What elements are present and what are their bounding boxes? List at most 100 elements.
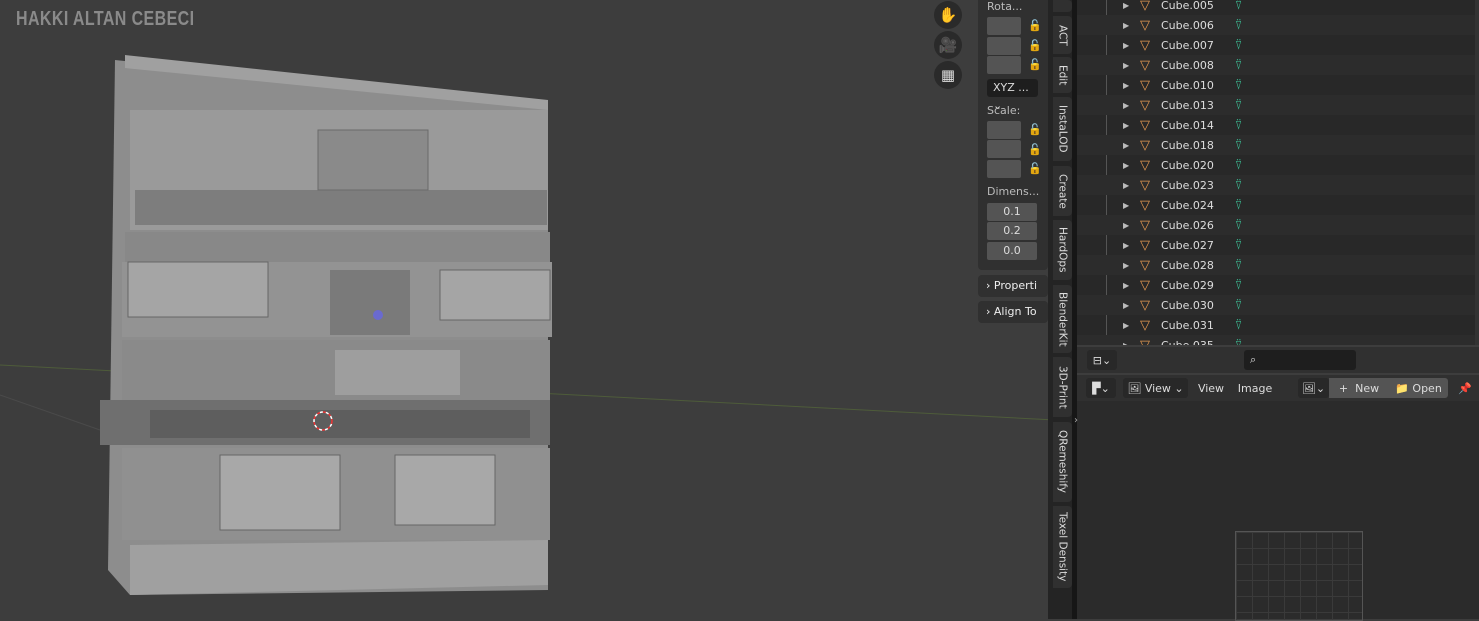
expand-arrow-icon[interactable]: ▶: [1123, 141, 1129, 150]
outliner-item[interactable]: ▶ ▽ Cube.035 ⍢: [1077, 335, 1479, 345]
hand-pan-icon[interactable]: ✋: [934, 1, 962, 29]
outliner-item[interactable]: ▶ ▽ Cube.013 ⍢: [1077, 95, 1479, 115]
dimension-x-field[interactable]: 0.1: [987, 203, 1037, 221]
mesh-data-icon[interactable]: ⍢: [1235, 58, 1242, 73]
lock-icon[interactable]: 🔓: [1028, 162, 1042, 175]
outliner-item[interactable]: ▶ ▽ Cube.006 ⍢: [1077, 15, 1479, 35]
mesh-data-icon[interactable]: ⍢: [1235, 338, 1242, 346]
tab-edit[interactable]: Edit: [1053, 57, 1072, 93]
outliner-item[interactable]: ▶ ▽ Cube.029 ⍢: [1077, 275, 1479, 295]
outliner-item[interactable]: ▶ ▽ Cube.007 ⍢: [1077, 35, 1479, 55]
tab-create[interactable]: Create: [1053, 166, 1072, 216]
rotation-x-field[interactable]: [987, 17, 1021, 35]
tab-texel-density[interactable]: Texel Density: [1053, 506, 1072, 588]
grid-perspective-icon[interactable]: ▦: [934, 61, 962, 89]
outliner-item[interactable]: ▶ ▽ Cube.027 ⍢: [1077, 235, 1479, 255]
scale-x-field[interactable]: [987, 121, 1021, 139]
outliner-item[interactable]: ▶ ▽ Cube.028 ⍢: [1077, 255, 1479, 275]
pin-icon[interactable]: 📌: [1455, 378, 1475, 398]
mesh-data-icon[interactable]: ⍢: [1235, 158, 1242, 173]
lock-icon[interactable]: 🔓: [1028, 39, 1042, 52]
expand-arrow-icon[interactable]: ▶: [1123, 101, 1129, 110]
new-image-button[interactable]: + New: [1329, 378, 1389, 398]
outliner-item[interactable]: ▶ ▽ Cube.030 ⍢: [1077, 295, 1479, 315]
menu-image[interactable]: Image: [1235, 378, 1275, 398]
expand-arrow-icon[interactable]: ▶: [1123, 21, 1129, 30]
mesh-data-icon[interactable]: ⍢: [1235, 38, 1242, 53]
outliner-item[interactable]: ▶ ▽ Cube.014 ⍢: [1077, 115, 1479, 135]
open-image-button[interactable]: 📁 Open: [1389, 378, 1448, 398]
outliner-item[interactable]: ▶ ▽ Cube.018 ⍢: [1077, 135, 1479, 155]
expand-arrow-icon[interactable]: ▶: [1123, 61, 1129, 70]
outliner-item[interactable]: ▶ ▽ Cube.005 ⍢: [1077, 0, 1479, 15]
expand-arrow-icon[interactable]: ▶: [1123, 241, 1129, 250]
chevron-right-icon[interactable]: ›: [1074, 415, 1078, 426]
mesh-data-icon[interactable]: ⍢: [1235, 98, 1242, 113]
align-to-section[interactable]: › Align To: [978, 301, 1048, 323]
mesh-data-icon[interactable]: ⍢: [1235, 318, 1242, 333]
expand-arrow-icon[interactable]: ▶: [1123, 121, 1129, 130]
mesh-data-icon[interactable]: ⍢: [1235, 198, 1242, 213]
scale-z-field[interactable]: [987, 160, 1021, 178]
tab-instalod[interactable]: InstaLOD: [1053, 97, 1072, 161]
mesh-data-icon[interactable]: ⍢: [1235, 138, 1242, 153]
properties-section[interactable]: › Properti: [978, 275, 1048, 297]
camera-icon[interactable]: 🎥: [934, 31, 962, 59]
dimension-y-field[interactable]: 0.2: [987, 222, 1037, 240]
rotation-y-field[interactable]: [987, 37, 1021, 55]
outliner-item[interactable]: ▶ ▽ Cube.008 ⍢: [1077, 55, 1479, 75]
lock-icon[interactable]: 🔓: [1028, 143, 1042, 156]
dimension-z-field[interactable]: 0.0: [987, 242, 1037, 260]
expand-arrow-icon[interactable]: ▶: [1123, 301, 1129, 310]
tab-act[interactable]: ACT: [1053, 16, 1072, 54]
outliner-item[interactable]: ▶ ▽ Cube.023 ⍢: [1077, 175, 1479, 195]
image-editor-canvas[interactable]: ›: [1074, 401, 1479, 621]
tab-qremeshify[interactable]: QRemeshify: [1053, 422, 1072, 502]
expand-arrow-icon[interactable]: ▶: [1123, 1, 1129, 10]
expand-arrow-icon[interactable]: ▶: [1123, 281, 1129, 290]
mesh-data-icon[interactable]: ⍢: [1235, 78, 1242, 93]
mesh-data-icon[interactable]: ⍢: [1235, 0, 1242, 13]
mesh-data-icon[interactable]: ⍢: [1235, 218, 1242, 233]
outliner-item[interactable]: ▶ ▽ Cube.031 ⍢: [1077, 315, 1479, 335]
outliner-item[interactable]: ▶ ▽ Cube.020 ⍢: [1077, 155, 1479, 175]
mesh-data-icon[interactable]: ⍢: [1235, 238, 1242, 253]
mesh-data-icon[interactable]: ⍢: [1235, 18, 1242, 33]
expand-arrow-icon[interactable]: ▶: [1123, 41, 1129, 50]
tab-item[interactable]: [1053, 0, 1072, 12]
mesh-data-icon[interactable]: ⍢: [1235, 258, 1242, 273]
mesh-object-icon: ▽: [1140, 317, 1150, 333]
mesh-data-icon[interactable]: ⍢: [1235, 118, 1242, 133]
search-input[interactable]: ⌕: [1244, 350, 1356, 370]
outliner-item[interactable]: ▶ ▽ Cube.024 ⍢: [1077, 195, 1479, 215]
expand-arrow-icon[interactable]: ▶: [1123, 201, 1129, 210]
lock-icon[interactable]: 🔓: [1028, 19, 1042, 32]
menu-view[interactable]: View: [1195, 378, 1227, 398]
3d-viewport[interactable]: HAKKI ALTAN CEBECI ✋ 🎥 ▦: [0, 0, 1055, 619]
expand-arrow-icon[interactable]: ▶: [1123, 261, 1129, 270]
display-mode-toggle-icon[interactable]: ⊟⌄: [1087, 350, 1117, 370]
expand-arrow-icon[interactable]: ▶: [1123, 81, 1129, 90]
expand-arrow-icon[interactable]: ▶: [1123, 321, 1129, 330]
outliner-item[interactable]: ▶ ▽ Cube.026 ⍢: [1077, 215, 1479, 235]
mesh-data-icon[interactable]: ⍢: [1235, 298, 1242, 313]
expand-arrow-icon[interactable]: ▶: [1123, 181, 1129, 190]
tab-blenderkit[interactable]: BlenderKit: [1053, 285, 1072, 353]
scrollbar[interactable]: [1475, 0, 1479, 345]
scale-y-field[interactable]: [987, 140, 1021, 158]
browse-image-icon[interactable]: 🖼⌄: [1298, 378, 1329, 398]
editor-type-icon[interactable]: ▛⌄: [1086, 378, 1116, 398]
rotation-z-field[interactable]: [987, 56, 1021, 74]
view-mode-dropdown[interactable]: 🖼 View ⌄: [1123, 378, 1188, 398]
mesh-data-icon[interactable]: ⍢: [1235, 178, 1242, 193]
lock-icon[interactable]: 🔓: [1028, 123, 1042, 136]
expand-arrow-icon[interactable]: ▶: [1123, 221, 1129, 230]
expand-arrow-icon[interactable]: ▶: [1123, 341, 1129, 346]
tab-3d-print[interactable]: 3D-Print: [1053, 357, 1072, 417]
outliner-item[interactable]: ▶ ▽ Cube.010 ⍢: [1077, 75, 1479, 95]
rotation-mode-dropdown[interactable]: XYZ ... ⌄: [987, 79, 1038, 112]
mesh-data-icon[interactable]: ⍢: [1235, 278, 1242, 293]
expand-arrow-icon[interactable]: ▶: [1123, 161, 1129, 170]
lock-icon[interactable]: 🔓: [1028, 58, 1042, 71]
tab-hardops[interactable]: HardOps: [1053, 220, 1072, 280]
